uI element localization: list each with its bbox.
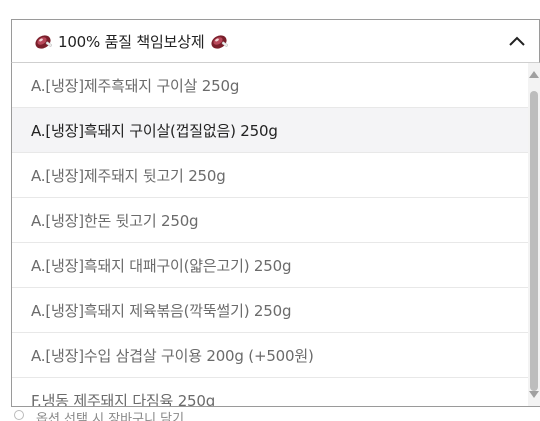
meat-icon: [32, 30, 54, 52]
option-item[interactable]: A.[냉장]수입 삼겹살 구이용 200g (+500원): [12, 333, 529, 378]
option-item[interactable]: A.[냉장]제주돼지 뒷고기 250g: [12, 153, 529, 198]
option-item[interactable]: A.[냉장]한돈 뒷고기 250g: [12, 198, 529, 243]
option-item[interactable]: F.냉동 제주돼지 다짐육 250g: [12, 378, 529, 407]
scroll-up-arrow-icon[interactable]: [529, 71, 539, 78]
option-dropdown-list[interactable]: A.[냉장]제주흑돼지 구이살 250g A.[냉장]흑돼지 구이살(껍질없음)…: [11, 63, 540, 407]
radio-icon[interactable]: [14, 410, 24, 420]
scrollbar-thumb[interactable]: [530, 91, 538, 391]
option-item[interactable]: A.[냉장]제주흑돼지 구이살 250g: [12, 63, 529, 108]
option-item[interactable]: A.[냉장]흑돼지 대패구이(얇은고기) 250g: [12, 243, 529, 288]
meat-icon: [208, 30, 230, 52]
option-item-selected[interactable]: A.[냉장]흑돼지 구이살(껍질없음) 250g: [12, 108, 529, 153]
select-label: 100% 품질 책임보상제: [58, 32, 205, 51]
option-select-header[interactable]: 100% 품질 책임보상제: [11, 19, 540, 63]
scroll-down-arrow-icon[interactable]: [529, 391, 539, 398]
below-option-text: 옵션 선택 시 장바구니 담기: [36, 412, 185, 421]
option-item[interactable]: A.[냉장]흑돼지 제육볶음(깍뚝썰기) 250g: [12, 288, 529, 333]
chevron-up-icon[interactable]: [507, 32, 527, 52]
below-option-row: 옵션 선택 시 장바구니 담기: [14, 408, 540, 421]
option-list: A.[냉장]제주흑돼지 구이살 250g A.[냉장]흑돼지 구이살(껍질없음)…: [12, 63, 529, 407]
dropdown-scrollbar[interactable]: [528, 63, 540, 406]
